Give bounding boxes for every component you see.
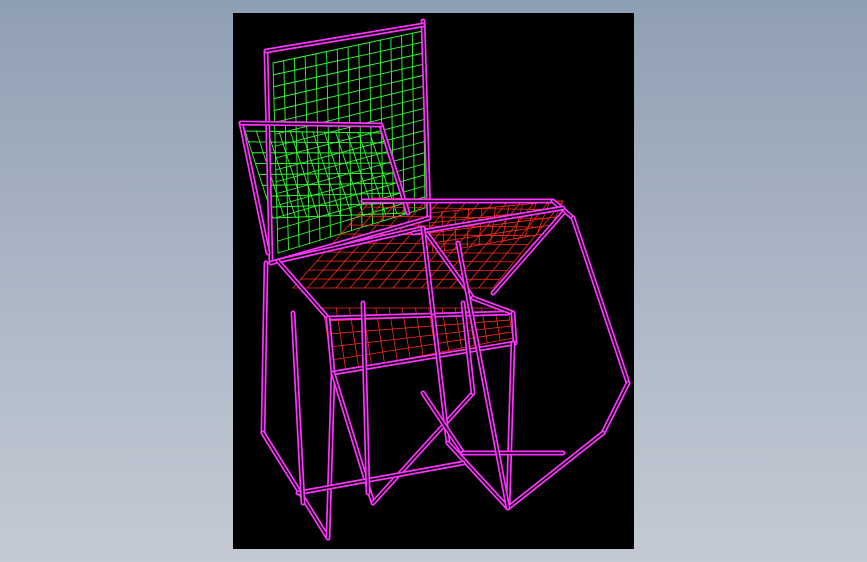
folded-backrest-mesh-line [255,162,392,165]
frame-tube-core [297,462,464,494]
frame-tube-core [572,217,629,384]
frame-tube-core [292,312,304,504]
frame-tube-core [277,227,424,262]
chair-wireframe-model[interactable] [233,13,634,549]
frame-tube-core [277,260,329,319]
model-viewport[interactable] [233,13,634,549]
cad-window [0,0,867,562]
frame-tube-core [332,342,516,374]
folded-backrest-mesh-line [269,202,406,208]
frame-tube-core [240,122,269,254]
frame-tube-core [602,382,629,434]
frame-tube-core [472,297,514,314]
folded-seat-mesh-line [316,260,515,263]
frame-tube-core [262,432,329,539]
folded-seat-mesh-line [308,269,508,272]
frame-tube-core [507,432,604,509]
lower-seat-mesh-line [326,319,511,335]
